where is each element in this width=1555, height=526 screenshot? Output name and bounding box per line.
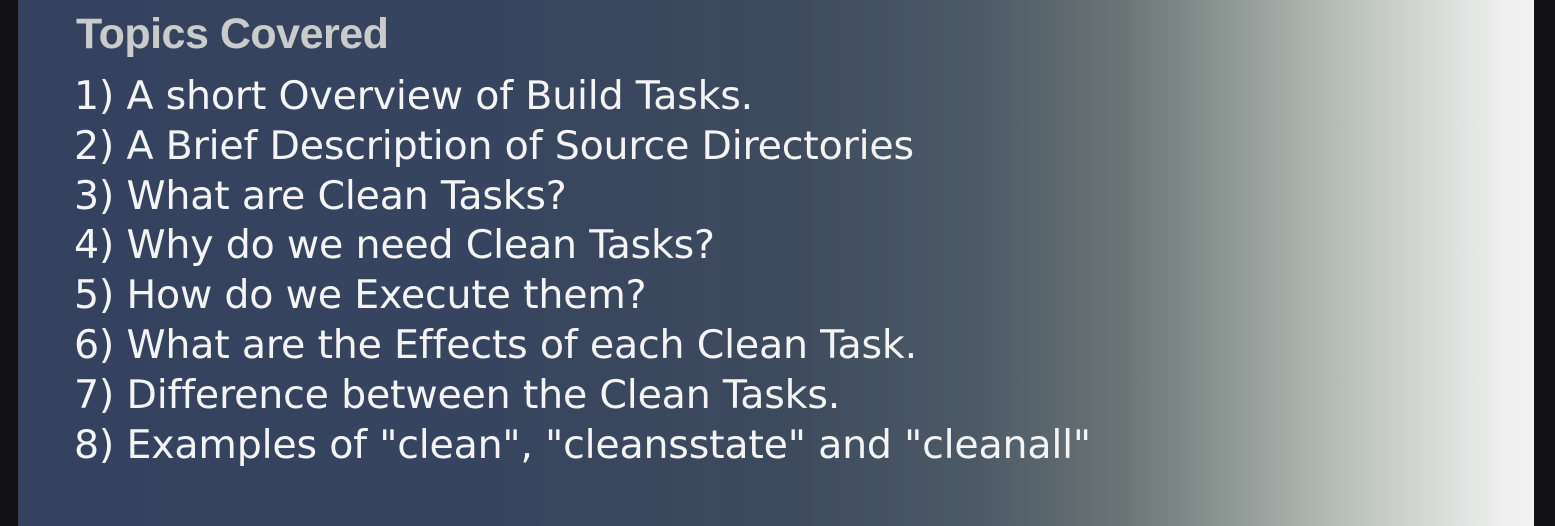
topic-item: 4) Why do we need Clean Tasks? bbox=[74, 222, 715, 269]
frame-border-right bbox=[1534, 0, 1555, 526]
topic-item: 5) How do we Execute them? bbox=[74, 272, 647, 319]
slide-title: Topics Covered bbox=[76, 10, 389, 58]
topic-item: 1) A short Overview of Build Tasks. bbox=[74, 73, 753, 119]
topic-item: 6) What are the Effects of each Clean Ta… bbox=[74, 321, 917, 368]
topics-list: 1) A short Overview of Build Tasks. 2) A… bbox=[74, 72, 1091, 470]
topic-item: 8) Examples of "clean", "cleansstate" an… bbox=[74, 421, 1091, 468]
topic-item: 7) Difference between the Clean Tasks. bbox=[74, 371, 841, 418]
topic-item: 2) A Brief Description of Source Directo… bbox=[74, 122, 914, 169]
presentation-slide: Topics Covered 1) A short Overview of Bu… bbox=[18, 0, 1534, 526]
topic-item: 3) What are Clean Tasks? bbox=[74, 172, 567, 219]
